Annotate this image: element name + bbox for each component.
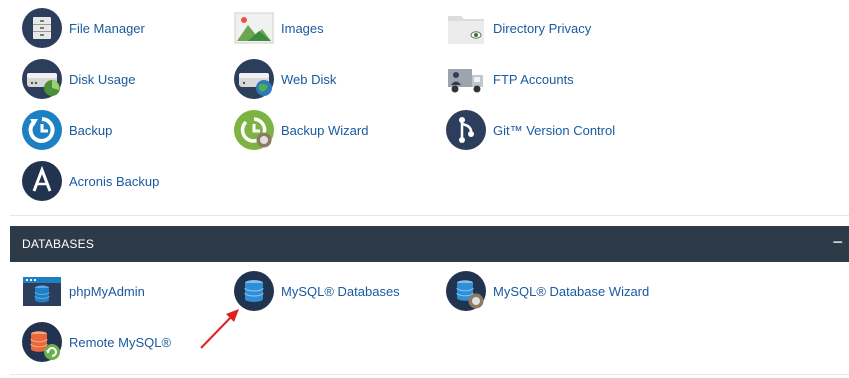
images-link[interactable]: Images <box>234 8 324 48</box>
acronis-icon <box>22 161 62 201</box>
web-disk-label: Web Disk <box>281 71 337 87</box>
backup-wizard-label: Backup Wizard <box>281 122 369 138</box>
remote-mysql-icon <box>22 322 62 362</box>
acronis-backup-link[interactable]: Acronis Backup <box>22 161 159 201</box>
acronis-backup-label: Acronis Backup <box>69 173 160 189</box>
phpmyadmin-icon <box>23 277 61 306</box>
directory-privacy-link[interactable]: Directory Privacy <box>446 8 591 48</box>
mysql-database-wizard-link[interactable]: MySQL® Database Wizard <box>446 271 649 311</box>
file-manager-link[interactable]: File Manager <box>22 8 145 48</box>
file-manager-icon <box>22 8 62 48</box>
web-disk-link[interactable]: Web Disk <box>234 59 336 99</box>
remote-mysql-link[interactable]: Remote MySQL® <box>22 322 171 362</box>
file-manager-label: File Manager <box>69 20 145 36</box>
disk-usage-link[interactable]: Disk Usage <box>22 59 135 99</box>
git-version-control-link[interactable]: Git™ Version Control <box>446 110 615 150</box>
mysql-databases-link[interactable]: MySQL® Databases <box>234 271 400 311</box>
databases-section-header[interactable]: DATABASES − <box>10 226 849 262</box>
collapse-icon[interactable]: − <box>832 233 843 251</box>
mysql-databases-label: MySQL® Databases <box>281 283 400 299</box>
ftp-accounts-icon <box>448 69 483 93</box>
directory-privacy-label: Directory Privacy <box>493 20 592 36</box>
directory-privacy-icon <box>448 16 484 44</box>
images-label: Images <box>281 20 324 36</box>
disk-usage-label: Disk Usage <box>69 71 136 87</box>
git-version-control-label: Git™ Version Control <box>493 122 616 138</box>
remote-mysql-label: Remote MySQL® <box>69 334 172 350</box>
ftp-accounts-label: FTP Accounts <box>493 71 574 87</box>
web-disk-icon <box>234 59 274 99</box>
disk-usage-icon <box>22 59 62 99</box>
images-icon <box>234 12 274 44</box>
mysql-database-wizard-label: MySQL® Database Wizard <box>493 283 650 299</box>
backup-wizard-link[interactable]: Backup Wizard <box>234 110 368 150</box>
databases-section-title: DATABASES <box>22 237 95 251</box>
backup-wizard-icon <box>234 110 274 150</box>
backup-icon <box>22 110 62 150</box>
phpmyadmin-label: phpMyAdmin <box>69 283 145 299</box>
ftp-accounts-link[interactable]: FTP Accounts <box>446 59 574 99</box>
backup-label: Backup <box>69 122 113 138</box>
mysql-wizard-icon <box>446 271 486 311</box>
backup-link[interactable]: Backup <box>22 110 112 150</box>
phpmyadmin-link[interactable]: phpMyAdmin <box>22 271 145 311</box>
git-icon <box>446 110 486 150</box>
red-arrow-annotation <box>200 309 239 349</box>
